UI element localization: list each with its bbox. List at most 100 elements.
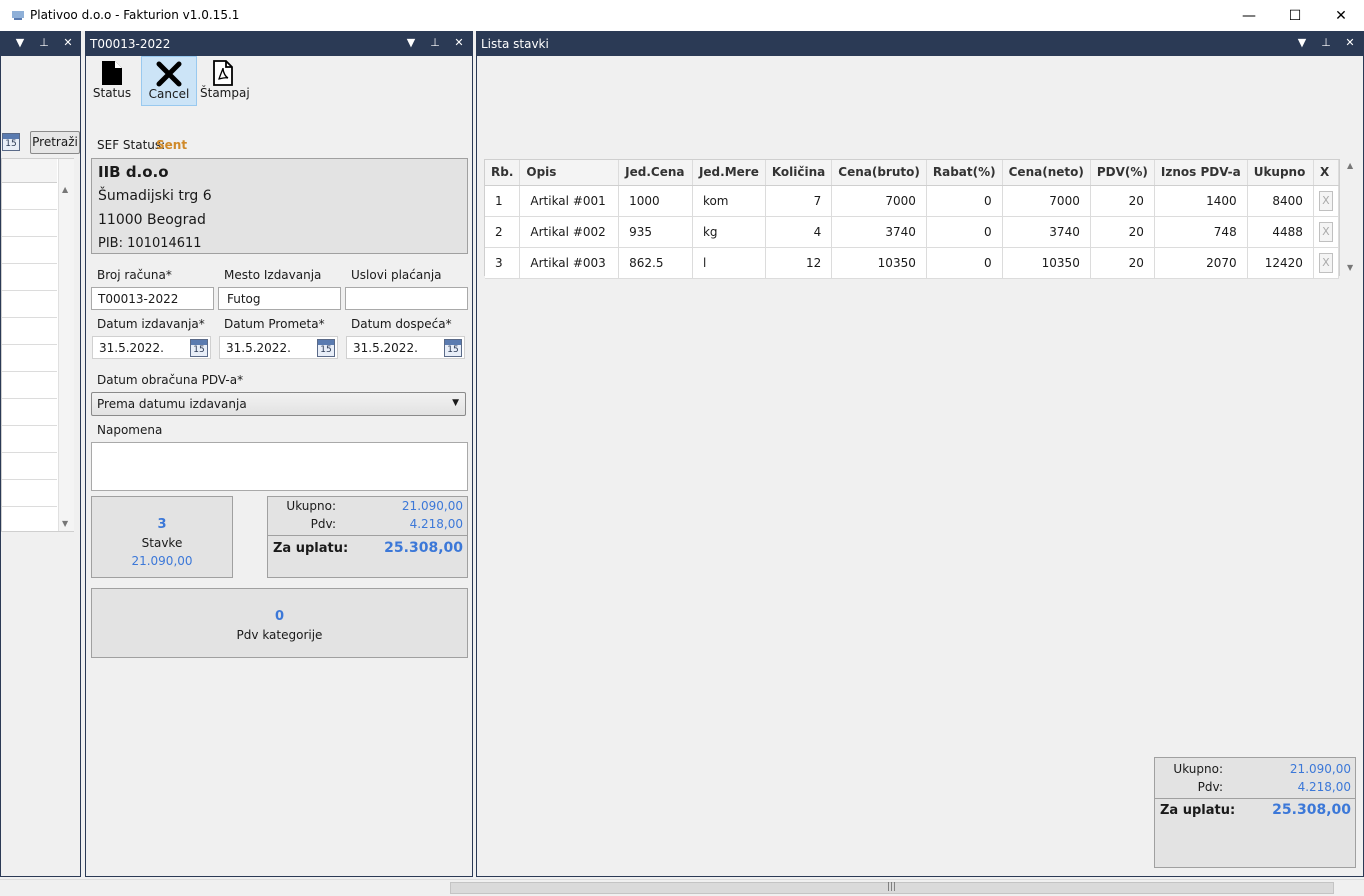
list-item[interactable]	[2, 210, 57, 237]
print-button[interactable]: Štampaj	[200, 56, 250, 106]
table-cell[interactable]: 0	[926, 247, 1003, 279]
horizontal-scrollbar[interactable]: |||	[0, 879, 1364, 896]
list-item[interactable]	[2, 480, 57, 507]
column-header[interactable]: Količina	[765, 160, 833, 186]
pdv-obracun-select[interactable]: Prema datumu izdavanja ▼	[91, 392, 466, 416]
table-cell[interactable]: 3740	[831, 216, 927, 248]
column-header[interactable]: Jed.Mere	[692, 160, 766, 186]
mesto-izdavanja-input[interactable]: Futog	[218, 287, 341, 310]
left-panel-pin-icon[interactable]: ⊥	[37, 36, 51, 50]
list-item[interactable]	[2, 237, 57, 264]
table-cell[interactable]: 1000	[618, 185, 693, 217]
scroll-down-icon[interactable]: ▼	[1347, 263, 1353, 272]
table-cell[interactable]: 10350	[1002, 247, 1091, 279]
invoice-panel-close-icon[interactable]: ✕	[452, 36, 466, 50]
table-cell[interactable]: l	[692, 247, 766, 279]
column-header[interactable]: Opis	[519, 160, 620, 186]
list-item[interactable]	[2, 399, 57, 426]
table-cell[interactable]: 1	[485, 185, 521, 217]
table-cell[interactable]: Artikal #001	[519, 185, 620, 217]
horizontal-scroll-thumb[interactable]: |||	[450, 882, 1334, 894]
left-list[interactable]: ▲ ▼	[1, 158, 74, 532]
table-cell[interactable]: 1400	[1154, 185, 1248, 217]
column-header[interactable]: Cena(bruto)	[831, 160, 927, 186]
left-calendar-icon[interactable]: 15	[2, 133, 20, 151]
column-header[interactable]: Iznos PDV-a	[1154, 160, 1248, 186]
column-header[interactable]: Rb.	[485, 160, 521, 186]
table-cell[interactable]: 8400	[1247, 185, 1314, 217]
close-window-button[interactable]: ✕	[1318, 0, 1364, 31]
table-cell[interactable]: 7000	[1002, 185, 1091, 217]
left-panel-dropdown-icon[interactable]: ▼	[13, 36, 27, 50]
items-grid[interactable]: Rb. Opis Jed.Cena Jed.Mere Količina Cena(brut…	[484, 159, 1340, 279]
items-grid-scrollbar[interactable]: ▲ ▼	[1343, 159, 1359, 276]
table-cell[interactable]: 12	[765, 247, 833, 279]
list-item[interactable]	[2, 345, 57, 372]
table-cell[interactable]: kom	[692, 185, 766, 217]
list-item[interactable]	[2, 183, 57, 210]
left-panel-close-icon[interactable]: ✕	[61, 36, 75, 50]
items-panel-close-icon[interactable]: ✕	[1343, 36, 1357, 50]
search-button[interactable]: Pretraži	[30, 131, 80, 154]
table-cell[interactable]: 3	[485, 247, 521, 279]
table-cell[interactable]: 12420	[1247, 247, 1314, 279]
minimize-button[interactable]: —	[1226, 0, 1272, 31]
remove-row-button[interactable]: X	[1318, 190, 1333, 211]
datum-prometa-calendar-icon[interactable]: 15	[317, 339, 335, 357]
column-header[interactable]: PDV(%)	[1090, 160, 1155, 186]
table-row[interactable]: 2 Artikal #002 935 kg 4 3740 0 3740 20 748 4488 X	[485, 216, 1340, 248]
list-item[interactable]	[2, 318, 57, 345]
table-cell[interactable]: 935	[618, 216, 693, 248]
items-panel-dropdown-icon[interactable]: ▼	[1295, 36, 1309, 50]
datum-dospeca-calendar-icon[interactable]: 15	[444, 339, 462, 357]
status-button[interactable]: Status	[92, 56, 132, 106]
customer-street: Šumadijski trg 6	[98, 188, 212, 204]
datum-izdavanja-calendar-icon[interactable]: 15	[190, 339, 208, 357]
table-cell[interactable]: Artikal #002	[519, 216, 620, 248]
scroll-up-icon[interactable]: ▲	[62, 185, 68, 194]
list-item[interactable]	[2, 372, 57, 399]
column-header[interactable]: Jed.Cena	[618, 160, 693, 186]
table-cell[interactable]: 20	[1090, 216, 1155, 248]
list-item[interactable]	[2, 453, 57, 480]
table-cell[interactable]: 862.5	[618, 247, 693, 279]
table-cell[interactable]: 7000	[831, 185, 927, 217]
remove-row-button[interactable]: X	[1318, 252, 1333, 273]
list-item[interactable]	[2, 291, 57, 318]
table-cell[interactable]: 0	[926, 216, 1003, 248]
window-titlebar: Plativoo d.o.o - Fakturion v1.0.15.1 — ☐…	[0, 0, 1364, 31]
left-list-scrollbar[interactable]: ▲ ▼	[58, 159, 74, 531]
invoice-panel-dropdown-icon[interactable]: ▼	[404, 36, 418, 50]
maximize-button[interactable]: ☐	[1272, 0, 1318, 31]
table-cell[interactable]: 2070	[1154, 247, 1248, 279]
table-cell[interactable]: Artikal #003	[519, 247, 620, 279]
column-header[interactable]: Cena(neto)	[1002, 160, 1091, 186]
table-cell[interactable]: 748	[1154, 216, 1248, 248]
table-row[interactable]: 3 Artikal #003 862.5 l 12 10350 0 10350 20 2070 12…	[485, 247, 1340, 279]
items-panel-pin-icon[interactable]: ⊥	[1319, 36, 1333, 50]
list-item[interactable]	[2, 264, 57, 291]
table-cell[interactable]: 0	[926, 185, 1003, 217]
column-header[interactable]: Ukupno	[1247, 160, 1314, 186]
column-header[interactable]: Rabat(%)	[926, 160, 1003, 186]
table-cell[interactable]: 20	[1090, 185, 1155, 217]
broj-racuna-input[interactable]: T00013-2022	[91, 287, 214, 310]
uslovi-placanja-input[interactable]	[345, 287, 468, 310]
table-cell[interactable]: 3740	[1002, 216, 1091, 248]
table-cell[interactable]: 7	[765, 185, 833, 217]
table-cell[interactable]: 4	[765, 216, 833, 248]
scroll-up-icon[interactable]: ▲	[1347, 161, 1353, 170]
table-cell[interactable]: 20	[1090, 247, 1155, 279]
table-row[interactable]: 1 Artikal #001 1000 kom 7 7000 0 7000 20 1400 8400…	[485, 185, 1340, 217]
remove-row-button[interactable]: X	[1318, 221, 1333, 242]
table-cell[interactable]: 4488	[1247, 216, 1314, 248]
invoice-panel-pin-icon[interactable]: ⊥	[428, 36, 442, 50]
list-item[interactable]	[2, 426, 57, 453]
napomena-textarea[interactable]	[91, 442, 468, 491]
table-cell[interactable]: kg	[692, 216, 766, 248]
table-cell[interactable]: 10350	[831, 247, 927, 279]
table-cell[interactable]: 2	[485, 216, 521, 248]
scroll-down-icon[interactable]: ▼	[62, 519, 68, 528]
cancel-button[interactable]: Cancel	[141, 56, 197, 106]
column-header[interactable]: X	[1313, 160, 1340, 186]
